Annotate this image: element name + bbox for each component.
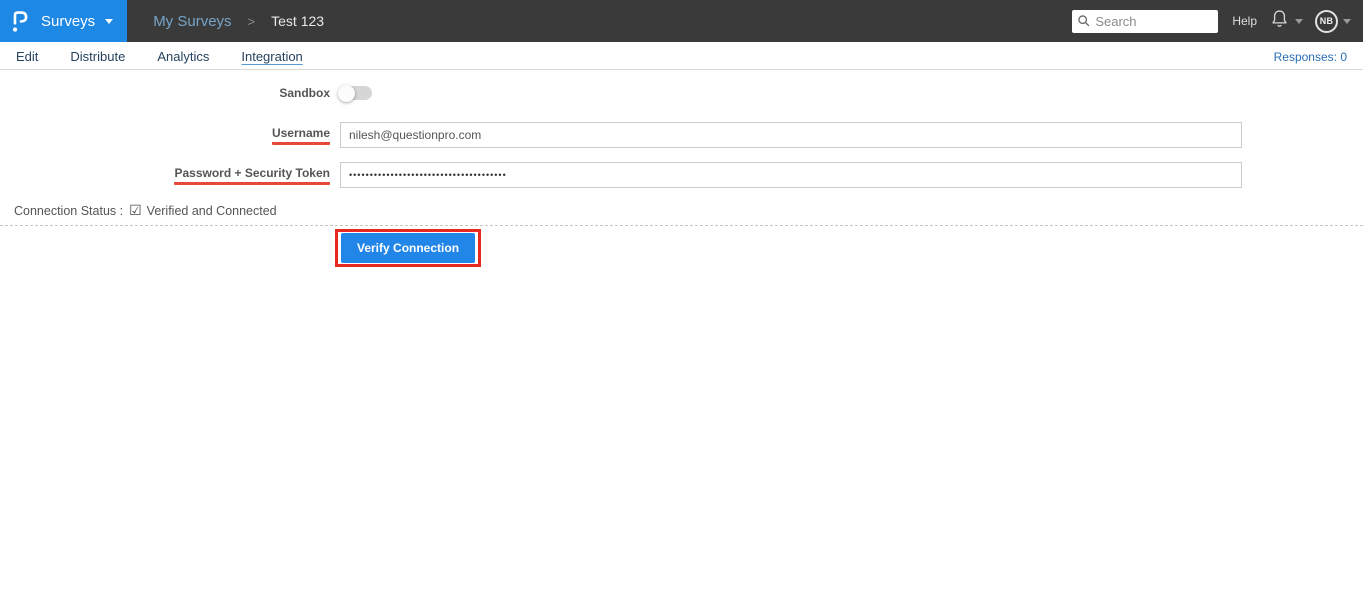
connection-status-label: Connection Status : bbox=[14, 203, 124, 218]
avatar: NB bbox=[1315, 9, 1338, 33]
help-link[interactable]: Help bbox=[1232, 14, 1257, 28]
tab-integration[interactable]: Integration bbox=[241, 47, 302, 64]
connection-status-row: Connection Status : ☑ Verified and Conne… bbox=[0, 202, 1363, 219]
password-label: Password + Security Token bbox=[174, 166, 330, 185]
chevron-down-icon bbox=[105, 18, 114, 24]
password-label-wrap: Password + Security Token bbox=[0, 166, 330, 185]
tab-distribute[interactable]: Distribute bbox=[70, 47, 125, 64]
tab-edit[interactable]: Edit bbox=[16, 47, 38, 64]
chevron-down-icon bbox=[1343, 18, 1351, 24]
connection-status-value: Verified and Connected bbox=[146, 203, 277, 218]
verify-connection-button[interactable]: Verify Connection bbox=[341, 233, 476, 263]
password-field[interactable] bbox=[340, 162, 1242, 188]
product-switcher[interactable]: Surveys bbox=[0, 0, 128, 42]
product-label: Surveys bbox=[41, 12, 96, 30]
search-input[interactable] bbox=[1072, 9, 1219, 33]
integration-settings-panel: Sandbox Username Password + Security Tok… bbox=[0, 70, 1363, 267]
account-menu[interactable]: NB bbox=[1315, 9, 1351, 33]
username-label: Username bbox=[271, 126, 330, 145]
sandbox-label: Sandbox bbox=[279, 86, 330, 100]
annotation-highlight-box: Verify Connection bbox=[335, 229, 482, 267]
verify-button-row: Verify Connection bbox=[0, 229, 1363, 267]
tab-analytics[interactable]: Analytics bbox=[157, 47, 209, 64]
breadcrumb-my-surveys[interactable]: My Surveys bbox=[153, 13, 231, 30]
breadcrumb: My Surveys > Test 123 bbox=[153, 13, 324, 30]
notifications-menu[interactable] bbox=[1269, 8, 1303, 34]
bell-icon bbox=[1269, 8, 1290, 34]
survey-tabbar: Edit Distribute Analytics Integration Re… bbox=[0, 42, 1363, 70]
chevron-down-icon bbox=[1295, 18, 1303, 24]
questionpro-logo-icon bbox=[12, 10, 29, 33]
search-box bbox=[1072, 9, 1219, 33]
username-label-wrap: Username bbox=[0, 126, 330, 145]
dashed-divider bbox=[0, 225, 1363, 226]
toggle-knob bbox=[338, 84, 355, 102]
search-icon bbox=[1077, 14, 1091, 33]
username-row: Username bbox=[0, 122, 1363, 148]
username-field[interactable] bbox=[340, 122, 1242, 148]
sandbox-toggle[interactable] bbox=[338, 84, 372, 102]
checked-checkbox-icon: ☑ bbox=[129, 202, 142, 218]
breadcrumb-separator-icon: > bbox=[247, 13, 256, 29]
responses-count[interactable]: Responses: 0 bbox=[1274, 48, 1347, 64]
navbar-right-group: Help NB bbox=[1072, 8, 1363, 34]
breadcrumb-current-survey: Test 123 bbox=[271, 13, 325, 29]
top-navbar: Surveys My Surveys > Test 123 Help bbox=[0, 0, 1363, 42]
password-row: Password + Security Token bbox=[0, 162, 1363, 188]
sandbox-row: Sandbox bbox=[0, 84, 1363, 102]
